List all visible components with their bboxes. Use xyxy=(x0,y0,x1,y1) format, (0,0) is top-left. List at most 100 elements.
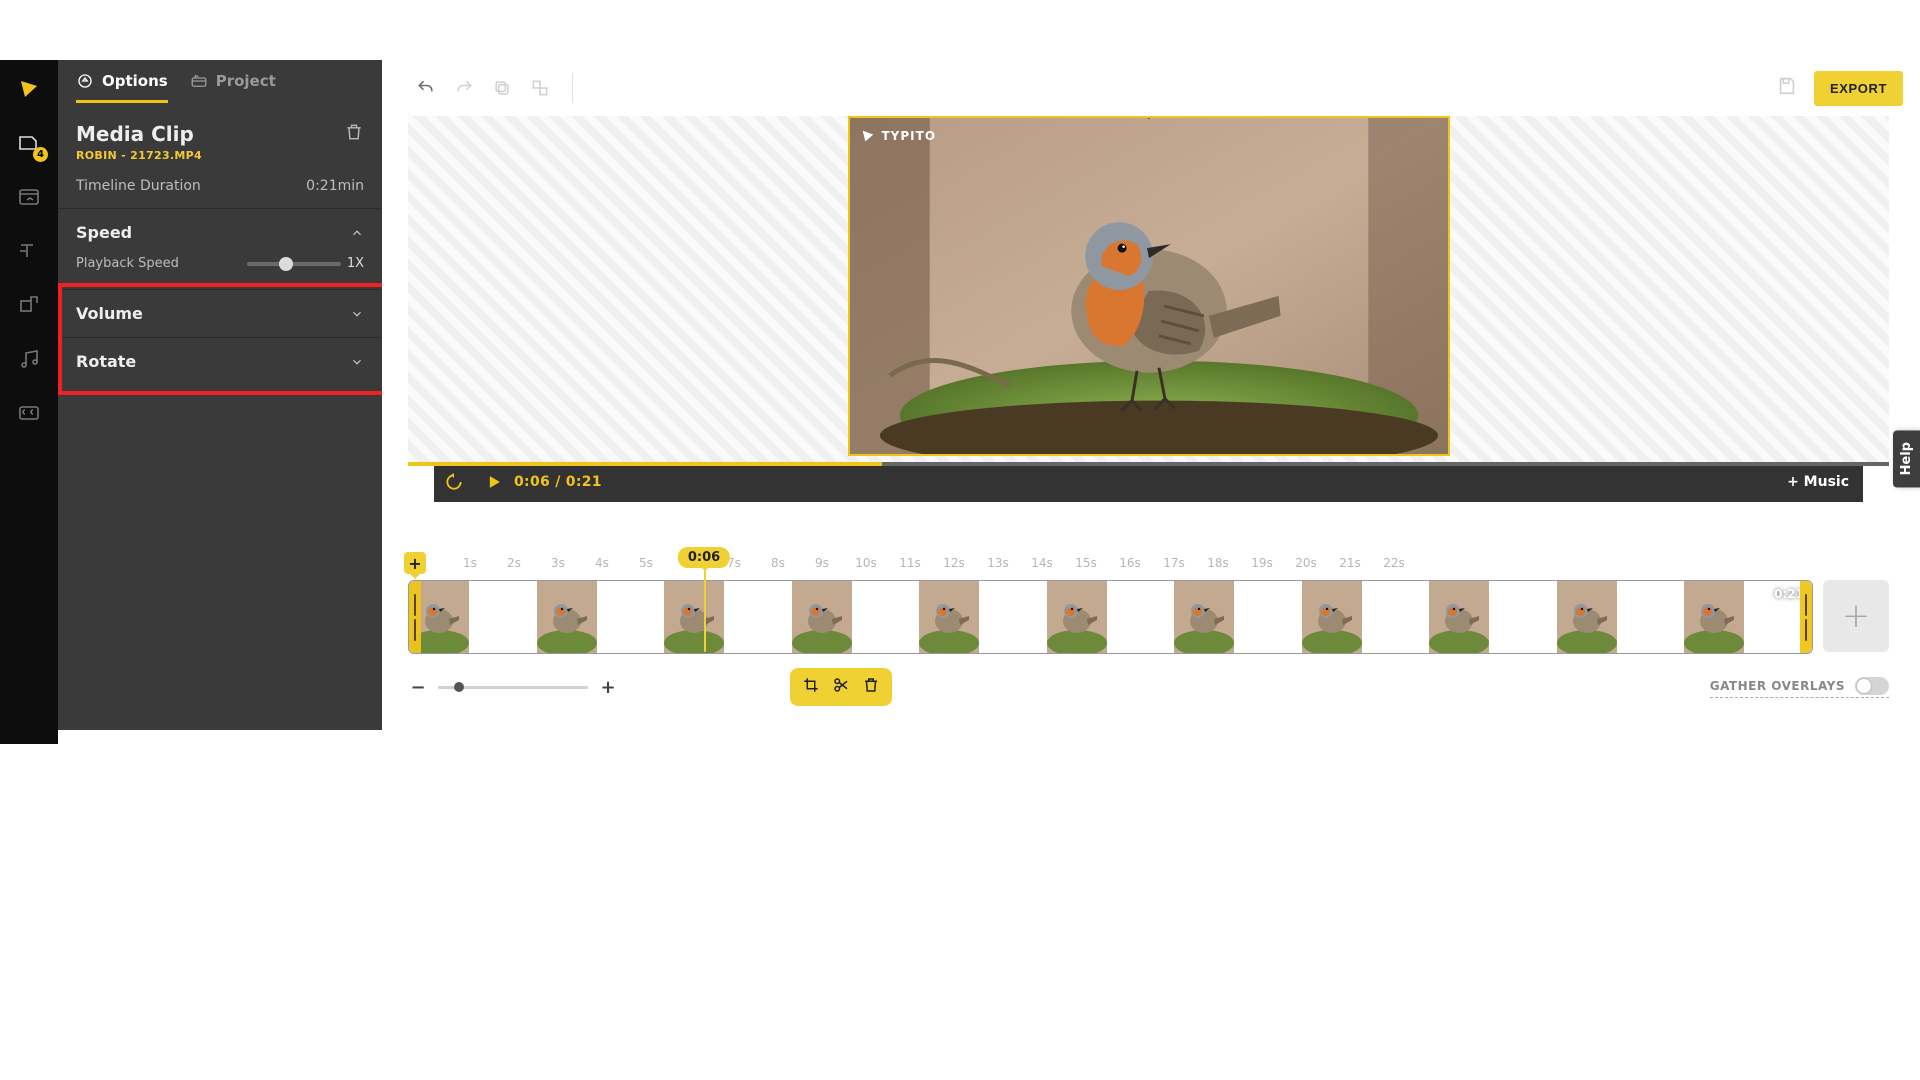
toolbar-divider xyxy=(572,73,573,103)
clip-thumbnail xyxy=(1174,581,1302,653)
clip-filename: ROBIN - 21723.MP4 xyxy=(76,149,202,162)
clip-thumbnail xyxy=(1429,581,1557,653)
clip-thumbnail xyxy=(409,581,537,653)
playback-bar-wrap: 0:06 / 0:21 + Music xyxy=(408,462,1889,502)
redo-button[interactable] xyxy=(450,74,478,102)
tab-options-label: Options xyxy=(102,72,168,90)
rail-text-icon[interactable] xyxy=(14,236,44,266)
ruler-tick: 15s xyxy=(1064,556,1108,570)
playback-speed-label: Playback Speed xyxy=(76,256,179,271)
timeline-add-marker[interactable]: + xyxy=(404,552,426,574)
ruler-tick: 2s xyxy=(492,556,536,570)
export-button[interactable]: EXPORT xyxy=(1814,71,1903,106)
clip-thumbnail xyxy=(1302,581,1430,653)
preview-canvas: TYPITO Replace xyxy=(408,116,1889,462)
ruler-tick: 20s xyxy=(1284,556,1328,570)
restart-button[interactable] xyxy=(434,472,474,492)
ruler-tick: 10s xyxy=(844,556,888,570)
ruler-tick: 11s xyxy=(888,556,932,570)
section-rotate-toggle[interactable]: Rotate xyxy=(58,338,382,385)
clip-trim-left[interactable] xyxy=(409,581,421,653)
section-volume-toggle[interactable]: Volume xyxy=(58,290,382,337)
options-panel: Options Project Media Clip ROBIN - 21723… xyxy=(58,60,382,730)
section-volume-title: Volume xyxy=(76,304,143,323)
timeline-ruler: 1s2s3s4s5s6s7s8s9s10s11s12s13s14s15s16s1… xyxy=(408,556,1889,570)
gather-overlays-toggle[interactable]: GATHER OVERLAYS xyxy=(1710,677,1889,698)
zoom-slider[interactable] xyxy=(438,686,588,689)
left-rail: 4 xyxy=(0,60,58,744)
video-frame[interactable]: TYPITO Replace xyxy=(848,116,1450,456)
rail-logo-icon[interactable] xyxy=(14,74,44,104)
play-button[interactable] xyxy=(474,472,514,492)
ruler-tick: 5s xyxy=(624,556,668,570)
ruler-tick: 4s xyxy=(580,556,624,570)
playback-speed-value: 1X xyxy=(347,256,364,271)
undo-button[interactable] xyxy=(412,74,440,102)
add-clip-button[interactable]: + xyxy=(1823,580,1889,652)
timeline-zoom: − + xyxy=(408,677,618,698)
media-count-badge: 4 xyxy=(33,147,48,162)
clip-thumbnail xyxy=(919,581,1047,653)
watermark-text: TYPITO xyxy=(882,129,937,143)
section-speed: Speed Playback Speed 1X xyxy=(58,208,382,289)
rail-template-icon[interactable] xyxy=(14,182,44,212)
ruler-tick: 16s xyxy=(1108,556,1152,570)
duration-label: Timeline Duration xyxy=(76,178,201,194)
zoom-in-button[interactable]: + xyxy=(598,677,618,698)
timeline-tools xyxy=(790,668,892,706)
playback-bar: 0:06 / 0:21 + Music xyxy=(434,462,1863,502)
rail-music-icon[interactable] xyxy=(14,344,44,374)
time-current: 0:06 xyxy=(514,474,550,490)
ruler-tick: 22s xyxy=(1372,556,1416,570)
crop-tool[interactable] xyxy=(802,676,820,698)
delete-clip-button[interactable] xyxy=(344,122,364,146)
clip-thumbnail xyxy=(1557,581,1685,653)
duration-value: 0:21min xyxy=(306,178,364,194)
ruler-tick: 17s xyxy=(1152,556,1196,570)
zoom-out-button[interactable]: − xyxy=(408,677,428,698)
rail-elements-icon[interactable] xyxy=(14,290,44,320)
toggle-switch[interactable] xyxy=(1855,677,1889,695)
clip-thumbnails xyxy=(409,581,1812,653)
playhead-label: 0:06 xyxy=(678,547,730,568)
playback-speed-slider[interactable] xyxy=(247,262,341,266)
rail-media-icon[interactable]: 4 xyxy=(14,128,44,158)
main-area: EXPORT xyxy=(382,60,1915,730)
tab-options[interactable]: Options xyxy=(76,72,168,103)
delete-tool[interactable] xyxy=(862,676,880,698)
ruler-tick: 21s xyxy=(1328,556,1372,570)
clip-thumbnail xyxy=(1047,581,1175,653)
split-tool[interactable] xyxy=(832,676,850,698)
clip-trim-right[interactable] xyxy=(1800,581,1812,653)
section-volume: Volume xyxy=(58,289,382,337)
timeline: + 1s2s3s4s5s6s7s8s9s10s11s12s13s14s15s16… xyxy=(408,556,1889,706)
ruler-tick: 13s xyxy=(976,556,1020,570)
clip-thumbnail xyxy=(792,581,920,653)
top-toolbar: EXPORT xyxy=(382,60,1915,116)
chevron-up-icon xyxy=(350,226,364,240)
section-speed-toggle[interactable]: Speed xyxy=(58,209,382,256)
time-total: 0:21 xyxy=(566,474,602,490)
section-rotate-title: Rotate xyxy=(76,352,136,371)
timeline-playhead[interactable]: 0:06 xyxy=(704,546,756,654)
progress-fill xyxy=(408,462,882,466)
ruler-tick: 1s xyxy=(448,556,492,570)
ruler-tick: 8s xyxy=(756,556,800,570)
panel-tabs: Options Project xyxy=(58,60,382,104)
clip-thumbnail xyxy=(537,581,665,653)
rail-captions-icon[interactable] xyxy=(14,398,44,428)
duplicate-button[interactable] xyxy=(488,74,516,102)
layers-button[interactable] xyxy=(526,74,554,102)
tab-project[interactable]: Project xyxy=(190,72,276,103)
watermark: TYPITO xyxy=(860,128,937,144)
preview-image xyxy=(850,118,1448,454)
ruler-tick: 19s xyxy=(1240,556,1284,570)
ruler-tick: 3s xyxy=(536,556,580,570)
save-status-icon xyxy=(1776,75,1798,101)
clip-title: Media Clip xyxy=(76,122,202,146)
tab-project-label: Project xyxy=(216,72,276,90)
add-music-button[interactable]: + Music xyxy=(1787,474,1849,490)
help-tab[interactable]: Help xyxy=(1893,430,1920,487)
timeline-clip[interactable]: 0:21 xyxy=(408,580,1813,654)
ruler-tick: 18s xyxy=(1196,556,1240,570)
